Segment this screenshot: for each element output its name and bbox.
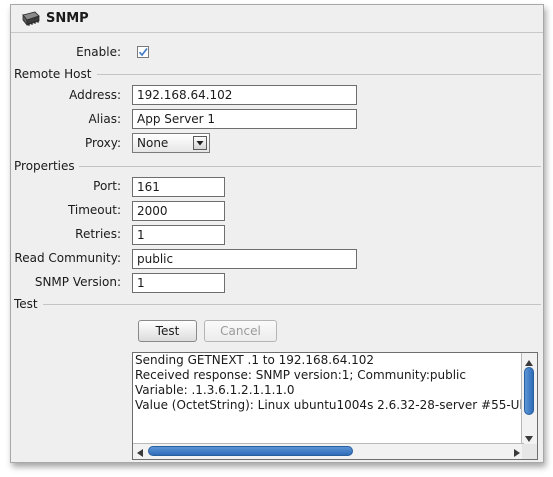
alias-label: Alias: bbox=[88, 112, 121, 126]
enable-label: Enable: bbox=[76, 45, 121, 59]
retries-field[interactable]: 1 bbox=[132, 225, 225, 245]
proxy-selected-value: None bbox=[137, 136, 169, 150]
checkmark-icon bbox=[138, 47, 148, 57]
log-line: Value (OctetString): Linux ubuntu1004s 2… bbox=[135, 398, 528, 412]
section-heading-test: Test bbox=[14, 297, 38, 311]
triangle-left-icon bbox=[137, 449, 143, 457]
title-divider bbox=[11, 32, 543, 33]
triangle-up-icon bbox=[525, 360, 533, 366]
proxy-select[interactable]: None bbox=[132, 133, 210, 153]
horizontal-scroll-thumb[interactable] bbox=[148, 446, 353, 456]
cancel-button[interactable]: Cancel bbox=[204, 320, 277, 342]
section-rule bbox=[97, 74, 541, 75]
dropdown-button[interactable] bbox=[193, 136, 207, 150]
timeout-field[interactable]: 2000 bbox=[132, 201, 225, 221]
vertical-scroll-thumb[interactable] bbox=[524, 367, 534, 415]
snmp-version-label: SNMP Version: bbox=[34, 275, 121, 289]
enable-checkbox[interactable] bbox=[137, 46, 149, 58]
section-rule bbox=[43, 304, 541, 305]
log-line: Received response: SNMP version:1; Commu… bbox=[135, 368, 466, 382]
timeout-label: Timeout: bbox=[67, 203, 121, 217]
port-field[interactable]: 161 bbox=[132, 177, 225, 197]
scroll-right-arrow-icon[interactable] bbox=[513, 447, 521, 457]
section-rule bbox=[79, 166, 541, 167]
snmp-version-field[interactable]: 1 bbox=[132, 273, 225, 293]
panel-title: SNMP bbox=[46, 11, 89, 26]
read-community-field[interactable]: public bbox=[132, 249, 357, 269]
scroll-corner bbox=[522, 444, 537, 459]
address-label: Address: bbox=[69, 88, 121, 102]
triangle-down-icon bbox=[196, 141, 204, 146]
scroll-up-arrow-icon[interactable] bbox=[524, 356, 534, 366]
triangle-down-icon bbox=[525, 436, 533, 442]
section-heading-remote-host: Remote Host bbox=[14, 67, 92, 81]
section-heading-properties: Properties bbox=[14, 159, 75, 173]
alias-field[interactable]: App Server 1 bbox=[132, 109, 357, 129]
log-line: Variable: .1.3.6.1.2.1.1.1.0 bbox=[135, 383, 295, 397]
test-output-log[interactable]: Sending GETNEXT .1 to 192.168.64.102 Rec… bbox=[132, 352, 538, 460]
scroll-down-arrow-icon[interactable] bbox=[524, 432, 534, 442]
horizontal-scrollbar[interactable] bbox=[133, 443, 524, 459]
chip-icon bbox=[22, 11, 40, 27]
scroll-left-arrow-icon[interactable] bbox=[136, 447, 144, 457]
retries-label: Retries: bbox=[75, 227, 121, 241]
port-label: Port: bbox=[93, 179, 121, 193]
read-community-label: Read Community: bbox=[14, 251, 121, 265]
triangle-right-icon bbox=[514, 449, 520, 457]
vertical-scrollbar[interactable] bbox=[521, 353, 537, 444]
proxy-label: Proxy: bbox=[84, 136, 121, 150]
log-line: Sending GETNEXT .1 to 192.168.64.102 bbox=[135, 353, 375, 367]
test-button[interactable]: Test bbox=[138, 320, 197, 342]
address-field[interactable]: 192.168.64.102 bbox=[132, 85, 357, 105]
snmp-panel: SNMP Enable: Remote Host Address: 192.16… bbox=[10, 4, 544, 463]
